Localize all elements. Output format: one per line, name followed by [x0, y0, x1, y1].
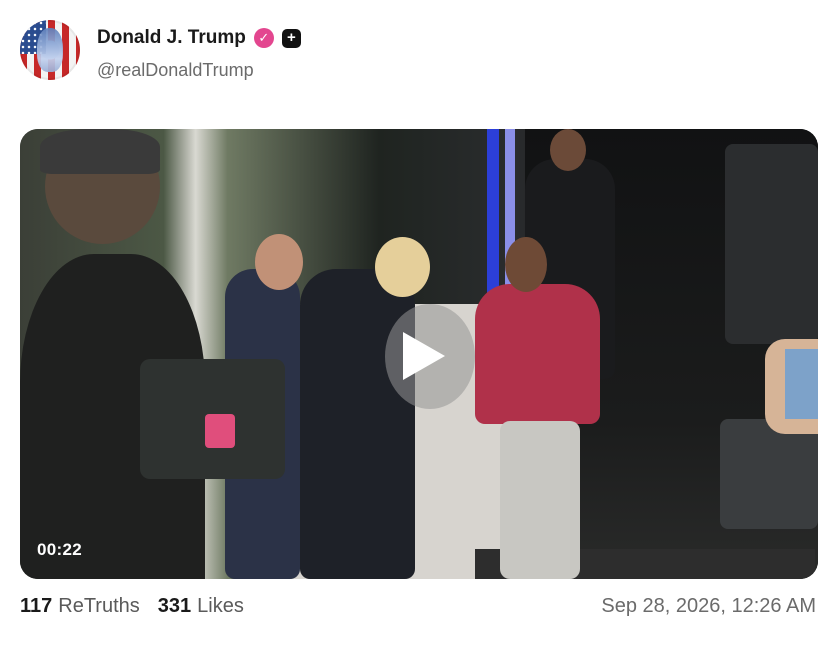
plus-badge-icon: +	[281, 28, 301, 48]
retruths-count[interactable]: 117	[20, 595, 52, 618]
retruths-label[interactable]: ReTruths	[58, 595, 140, 618]
verified-check-icon: ✓	[253, 28, 274, 48]
post-timestamp[interactable]: Sep 28, 2026, 12:26 AM	[601, 595, 816, 618]
likes-count[interactable]: 331	[158, 595, 191, 618]
video-duration: 00:22	[37, 540, 82, 559]
play-icon[interactable]	[403, 332, 445, 380]
author-handle[interactable]: @realDonaldTrump	[97, 60, 254, 81]
post-stats: 117 ReTruths 331 Likes	[20, 595, 244, 618]
video-player[interactable]: 00:22	[20, 129, 818, 579]
avatar[interactable]	[20, 20, 80, 80]
post-header: Donald J. Trump ✓ + @realDonaldTrump	[20, 20, 820, 82]
likes-label[interactable]: Likes	[197, 595, 244, 618]
author-name-row: Donald J. Trump ✓ +	[97, 27, 301, 49]
author-display-name[interactable]: Donald J. Trump	[97, 27, 246, 49]
